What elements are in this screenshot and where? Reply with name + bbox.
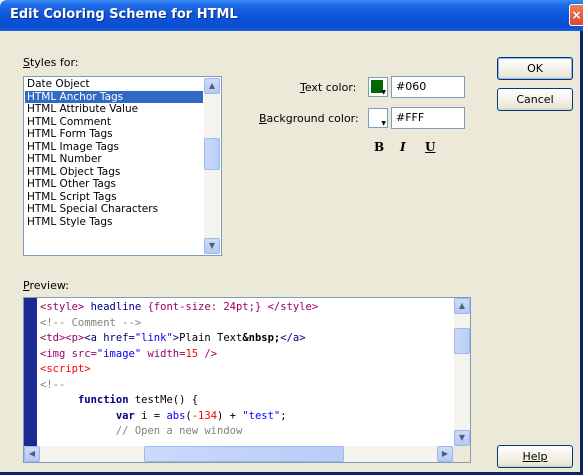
code-token: var — [115, 409, 135, 422]
code-line: <img src="image" width=15 /> — [40, 347, 452, 363]
cancel-button[interactable]: Cancel — [497, 88, 573, 111]
list-item[interactable]: Date Object — [25, 78, 203, 91]
code-token: Plain Text — [179, 332, 243, 344]
list-item[interactable]: HTML Script Tags — [25, 191, 203, 204]
code-token: width= — [141, 347, 186, 360]
scroll-thumb[interactable] — [204, 138, 220, 170]
dialog-title: Edit Coloring Scheme for HTML — [10, 7, 238, 22]
code-token: <img src= — [40, 347, 97, 360]
text-color-field[interactable]: #060 — [391, 76, 465, 98]
ok-button[interactable]: OK — [497, 57, 573, 80]
code-line: <!-- — [40, 378, 452, 394]
preview-pane[interactable]: <style> headline {font-size: 24pt;} </st… — [23, 297, 471, 463]
code-token: "link" — [134, 332, 173, 344]
code-token: i = — [134, 409, 167, 422]
list-item[interactable]: HTML Anchor Tags — [25, 90, 203, 103]
code-token: testMe() { — [128, 394, 199, 406]
preview-vertical-scrollbar[interactable]: ▲ ▼ — [454, 298, 470, 446]
styles-listbox[interactable]: Date Object HTML Anchor Tags HTML Attribut… — [23, 76, 222, 256]
styles-vertical-scrollbar[interactable]: ▲ ▼ — [204, 78, 220, 254]
list-item[interactable]: HTML Number — [25, 153, 203, 166]
code-token: <a href= — [84, 332, 135, 344]
code-token: -134 — [191, 409, 218, 422]
italic-button[interactable]: I — [400, 140, 406, 154]
code-token: /> — [198, 347, 218, 360]
underline-button[interactable]: U — [425, 140, 435, 154]
bold-button[interactable]: B — [374, 140, 384, 154]
scroll-left-icon[interactable]: ◀ — [24, 446, 40, 462]
scroll-right-icon[interactable]: ▶ — [437, 446, 453, 462]
background-color-label: Background color: — [259, 112, 359, 125]
background-color-field[interactable]: #FFF — [391, 107, 465, 129]
list-item[interactable]: HTML Image Tags — [25, 141, 203, 154]
scroll-down-icon[interactable]: ▼ — [204, 238, 220, 254]
list-item[interactable]: HTML Style Tags — [25, 216, 203, 229]
code-token: ) + — [217, 409, 243, 422]
code-line: <td><p><a href="link">Plain Text&nbsp;</… — [40, 331, 452, 347]
code-token: <!-- Comment --> — [40, 316, 142, 329]
code-token: "test" — [242, 409, 281, 422]
code-token: </a> — [280, 332, 306, 344]
code-token: <td> — [40, 332, 66, 344]
code-token: // Open a new window — [115, 425, 243, 437]
help-button[interactable]: Help — [497, 445, 573, 468]
title-bar[interactable]: Edit Coloring Scheme for HTML × — [0, 0, 583, 31]
list-item[interactable]: HTML Object Tags — [25, 166, 203, 179]
scroll-up-icon[interactable]: ▲ — [454, 298, 470, 314]
list-item[interactable]: HTML Special Characters — [25, 203, 203, 216]
code-line: function testMe() { — [40, 393, 452, 409]
code-token: function — [77, 394, 129, 406]
scrollbar-corner — [453, 446, 470, 462]
code-token: </style> — [267, 301, 319, 313]
list-item[interactable]: HTML Comment — [25, 116, 203, 129]
code-token: "image" — [96, 347, 142, 360]
styles-for-label: Styles for: — [23, 56, 79, 69]
preview-label: Preview: — [23, 279, 69, 292]
close-icon[interactable]: × — [569, 4, 583, 26]
styles-list-items: Date Object HTML Anchor Tags HTML Attribut… — [25, 78, 203, 254]
scroll-up-icon[interactable]: ▲ — [204, 78, 220, 94]
text-color-label: Text color: — [300, 81, 357, 94]
code-token: abs — [166, 409, 186, 422]
list-item[interactable]: HTML Other Tags — [25, 178, 203, 191]
code-line: <!-- Comment --> — [40, 316, 452, 332]
dialog-window: Edit Coloring Scheme for HTML × Styles f… — [0, 0, 583, 475]
code-token: &nbsp; — [242, 332, 281, 344]
code-token: headline — [84, 301, 148, 313]
code-token: 15 — [185, 347, 199, 360]
list-item[interactable]: HTML Form Tags — [25, 128, 203, 141]
code-line: <style> headline {font-size: 24pt;} </st… — [40, 300, 452, 316]
scroll-thumb[interactable] — [454, 328, 470, 354]
dropdown-arrow-icon: ▼ — [381, 120, 386, 127]
code-token: {font-size: 24pt;} — [147, 301, 262, 313]
code-line: <script> — [40, 362, 452, 378]
code-line: var i = abs(-134) + "test"; — [40, 409, 452, 425]
code-token: <script> — [40, 363, 91, 375]
text-color-swatch[interactable]: ▼ — [368, 77, 388, 97]
code-line: // Open a new window — [40, 424, 452, 440]
background-color-swatch[interactable]: ▼ — [368, 108, 388, 128]
code-token: <p> — [65, 332, 85, 344]
scroll-thumb[interactable] — [144, 446, 344, 462]
list-item[interactable]: HTML Attribute Value — [25, 103, 203, 116]
code-token: <style> — [40, 301, 85, 313]
code-token: <!-- — [40, 378, 66, 391]
code-token: ; — [280, 409, 287, 422]
preview-horizontal-scrollbar[interactable]: ◀ ▶ — [24, 446, 453, 462]
dropdown-arrow-icon: ▼ — [381, 89, 386, 96]
preview-gutter — [24, 298, 37, 446]
scroll-down-icon[interactable]: ▼ — [454, 430, 470, 446]
preview-code: <style> headline {font-size: 24pt;} </st… — [40, 300, 452, 446]
